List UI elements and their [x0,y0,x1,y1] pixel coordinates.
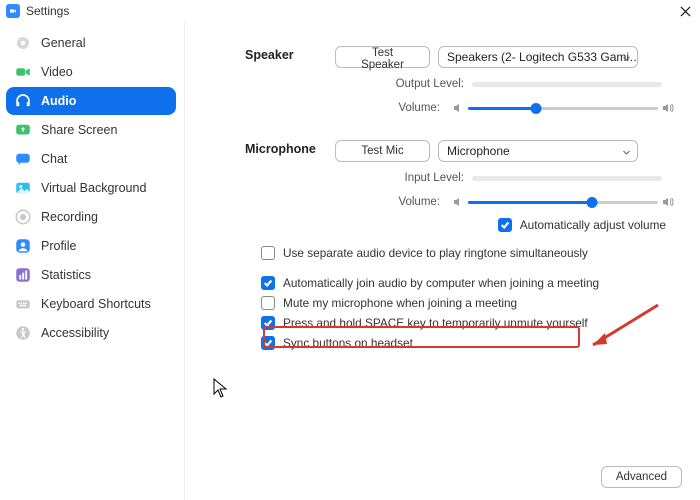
checkbox-icon [261,296,275,310]
accessibility-icon [14,324,32,342]
input-level-label: Input Level: [405,172,464,184]
sidebar-item-share-screen[interactable]: Share Screen [6,116,176,144]
sidebar-item-label: Statistics [41,268,91,282]
sidebar-item-label: Recording [41,210,98,224]
speaker-heading: Speaker [245,46,335,126]
speaker-section: Speaker Test Speaker Speakers (2- Logite… [245,46,678,126]
stats-icon [14,266,32,284]
window-title: Settings [26,4,69,18]
sidebar-item-label: Keyboard Shortcuts [41,297,151,311]
mic-device-value: Microphone [447,144,510,158]
checkbox-icon [261,316,275,330]
sync-headset-label: Sync buttons on headset [283,336,413,350]
advanced-button[interactable]: Advanced [601,466,682,488]
checkbox-icon [261,276,275,290]
content-pane: Speaker Test Speaker Speakers (2- Logite… [185,22,700,500]
microphone-section: Microphone Test Mic Microphone Input Lev… [245,140,678,232]
mic-volume-slider[interactable] [468,194,658,210]
space-unmute-checkbox[interactable]: Press and hold SPACE key to temporarily … [261,316,678,330]
mic-heading: Microphone [245,140,335,232]
speaker-volume-slider[interactable] [468,100,658,116]
volume-low-icon [452,196,464,208]
sidebar-item-profile[interactable]: Profile [6,232,176,260]
test-mic-button[interactable]: Test Mic [335,140,430,162]
output-level-meter [472,82,662,87]
image-icon [14,179,32,197]
output-level-label: Output Level: [396,78,464,90]
mute-on-join-checkbox[interactable]: Mute my microphone when joining a meetin… [261,296,678,310]
chevron-down-icon [622,148,631,157]
sidebar-item-recording[interactable]: Recording [6,203,176,231]
auto-adjust-label: Automatically adjust volume [520,218,666,232]
mic-device-select[interactable]: Microphone [438,140,638,162]
sidebar: General Video Audio Share Screen Chat Vi… [0,22,185,500]
sidebar-item-audio[interactable]: Audio [6,87,176,115]
keyboard-icon [14,295,32,313]
headphones-icon [14,92,32,110]
space-unmute-label: Press and hold SPACE key to temporarily … [283,316,588,330]
sync-headset-checkbox[interactable]: Sync buttons on headset [261,336,678,350]
volume-low-icon [452,102,464,114]
video-icon [14,63,32,81]
sidebar-item-label: Virtual Background [41,181,146,195]
input-level-meter [472,176,662,181]
speaker-device-select[interactable]: Speakers (2- Logitech G533 Gami… [438,46,638,68]
speaker-volume-label: Volume: [398,102,440,114]
auto-join-audio-label: Automatically join audio by computer whe… [283,276,599,290]
checkbox-icon [261,336,275,350]
sidebar-item-label: Share Screen [41,123,117,137]
test-speaker-button[interactable]: Test Speaker [335,46,430,68]
volume-high-icon [662,196,674,208]
separate-audio-label: Use separate audio device to play ringto… [283,246,588,260]
separate-audio-checkbox[interactable]: Use separate audio device to play ringto… [261,246,678,260]
checkbox-icon [261,246,275,260]
mute-on-join-label: Mute my microphone when joining a meetin… [283,296,517,310]
speaker-device-value: Speakers (2- Logitech G533 Gami… [447,50,638,64]
sidebar-item-virtual-background[interactable]: Virtual Background [6,174,176,202]
sidebar-item-accessibility[interactable]: Accessibility [6,319,176,347]
sidebar-item-label: General [41,36,85,50]
titlebar: Settings [0,0,700,22]
checkbox-icon [498,218,512,232]
sidebar-item-label: Accessibility [41,326,109,340]
chat-icon [14,150,32,168]
record-icon [14,208,32,226]
sidebar-item-label: Video [41,65,73,79]
sidebar-item-statistics[interactable]: Statistics [6,261,176,289]
sidebar-item-label: Profile [41,239,76,253]
sidebar-item-chat[interactable]: Chat [6,145,176,173]
app-logo-icon [6,4,20,18]
gear-icon [14,34,32,52]
volume-high-icon [662,102,674,114]
share-screen-icon [14,121,32,139]
auto-join-audio-checkbox[interactable]: Automatically join audio by computer whe… [261,276,678,290]
mic-volume-label: Volume: [398,196,440,208]
sidebar-item-keyboard-shortcuts[interactable]: Keyboard Shortcuts [6,290,176,318]
sidebar-item-label: Chat [41,152,67,166]
auto-adjust-checkbox[interactable]: Automatically adjust volume [498,218,666,232]
sidebar-item-label: Audio [41,94,76,108]
chevron-down-icon [622,54,631,63]
close-button[interactable] [676,2,694,20]
sidebar-item-video[interactable]: Video [6,58,176,86]
profile-icon [14,237,32,255]
sidebar-item-general[interactable]: General [6,29,176,57]
